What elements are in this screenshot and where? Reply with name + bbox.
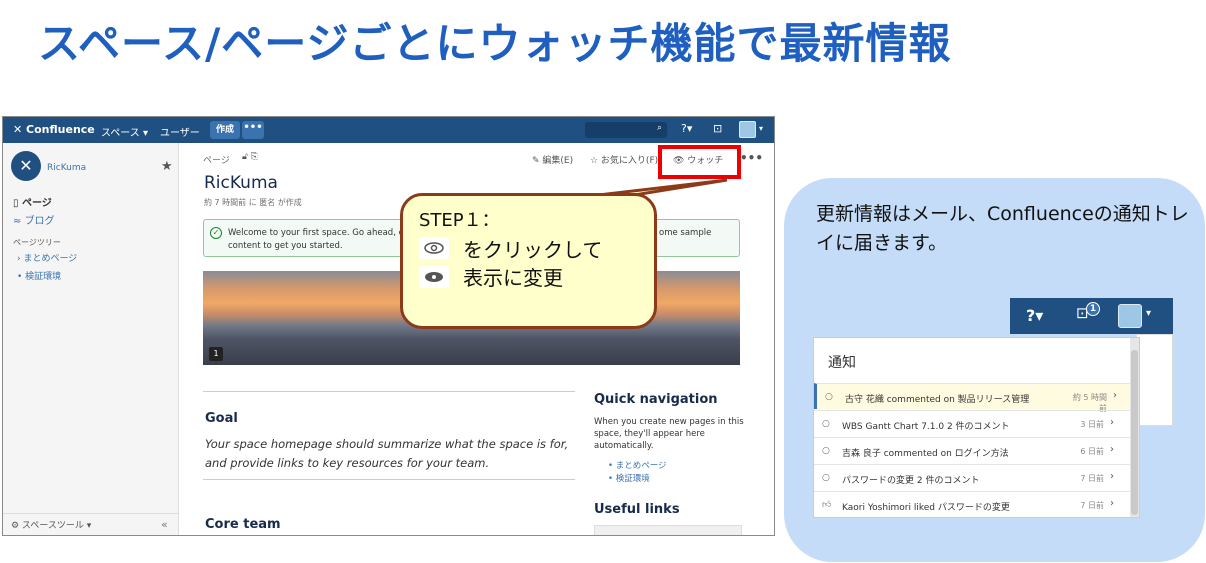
comment-icon: ○ bbox=[825, 392, 833, 402]
goal-heading: Goal bbox=[205, 411, 238, 426]
step-callout: STEP１： をクリックして 表示に変更 bbox=[400, 193, 657, 329]
favourite-button[interactable]: ☆ お気に入り(F) bbox=[590, 153, 658, 166]
notification-time: 7 日前 bbox=[1080, 474, 1104, 483]
core-team-heading: Core team bbox=[205, 517, 281, 532]
comment-icon: ○ bbox=[822, 446, 830, 456]
chevron-right-icon: › bbox=[1110, 471, 1114, 482]
sidebar-item-pages[interactable]: ▯ ページ bbox=[13, 194, 52, 209]
space-tools-menu[interactable]: ⚙ スペースツール ▾ bbox=[11, 518, 91, 531]
confluence-logo[interactable]: ✕ Confluence bbox=[13, 123, 95, 136]
comment-marker-icon[interactable]: 1 bbox=[209, 347, 223, 361]
notification-tray-title: 通知 bbox=[828, 355, 856, 371]
divider bbox=[203, 479, 575, 480]
notification-item[interactable]: ○ 古守 花織 commented on 製品リリース管理 約 5 時間前 › bbox=[814, 383, 1131, 413]
notification-time: 7 日前 bbox=[1080, 501, 1104, 510]
welcome-text-line2: content to get you started. bbox=[228, 241, 343, 251]
eye-outline-icon bbox=[419, 237, 449, 259]
scrollbar-thumb[interactable] bbox=[1131, 350, 1138, 515]
search-input[interactable]: ⌕ bbox=[585, 122, 667, 138]
useful-links-heading: Useful links bbox=[594, 502, 680, 517]
star-icon[interactable]: ★ bbox=[161, 159, 173, 174]
sidebar-item-label: ブログ bbox=[24, 216, 55, 227]
page-background-snippet bbox=[1136, 334, 1173, 426]
notification-item[interactable]: 👍︎ Kaori Yoshimori liked パスワードの変更 7 日前 › bbox=[814, 491, 1131, 517]
nav-users[interactable]: ユーザー bbox=[160, 124, 200, 139]
info-bubble-text: 更新情報はメール、Confluenceの通知トレイに届きます。 bbox=[816, 203, 1189, 254]
space-sidebar: ✕ RicKuma ★ ▯ ページ ≈ ブログ ページツリー › まとめページ … bbox=[3, 143, 179, 535]
create-button[interactable]: 作成 bbox=[210, 121, 240, 139]
help-icon[interactable]: ?▾ bbox=[1026, 306, 1043, 325]
notification-text: 古守 花織 commented on 製品リリース管理 bbox=[845, 395, 1030, 405]
space-logo[interactable]: ✕ bbox=[11, 151, 41, 181]
breadcrumb[interactable]: ページ bbox=[203, 153, 230, 166]
notification-text: 吉森 良子 commented on ログイン方法 bbox=[842, 449, 1009, 459]
notification-text: パスワードの変更 2 件のコメント bbox=[842, 476, 980, 486]
edit-button[interactable]: ✎ 編集(E) bbox=[532, 153, 573, 166]
collapse-sidebar-icon[interactable]: « bbox=[161, 518, 168, 531]
space-name[interactable]: RicKuma bbox=[47, 163, 86, 173]
eye-filled-icon bbox=[419, 266, 449, 288]
page-metadata: 約 7 時間前 に 匿名 が作成 bbox=[204, 198, 302, 207]
inbox-icon[interactable]: ⊡ bbox=[713, 122, 722, 135]
quick-nav-link[interactable]: • 検証環境 bbox=[608, 472, 650, 484]
search-icon: ⌕ bbox=[656, 123, 662, 133]
chevron-down-icon[interactable]: ▾ bbox=[1146, 308, 1151, 319]
page-tree-label: ページツリー bbox=[13, 238, 61, 247]
quick-navigation-heading: Quick navigation bbox=[594, 392, 718, 407]
watch-button[interactable]: 👁 ウォッチ bbox=[673, 153, 723, 166]
chevron-right-icon: › bbox=[1110, 498, 1114, 509]
lock-icon[interactable]: 🔓︎ ⎘ bbox=[242, 152, 258, 162]
top-navigation-bar: ✕ Confluence スペース ▾ ユーザー 作成 ••• ⌕ ?▾ ⊡ ▾ bbox=[3, 117, 774, 143]
quick-navigation-text: When you create new pages in this space,… bbox=[594, 417, 744, 451]
step-line-2: 表示に変更 bbox=[463, 266, 563, 290]
chevron-right-icon: › bbox=[1110, 417, 1114, 428]
check-icon: ✓ bbox=[210, 227, 222, 239]
welcome-text: Welcome to your first space. Go ahead, e… bbox=[228, 228, 412, 238]
nav-spaces[interactable]: スペース ▾ bbox=[101, 124, 148, 139]
step-line-1: をクリックして bbox=[463, 238, 603, 262]
notification-text: WBS Gantt Chart 7.1.0 2 件のコメント bbox=[842, 422, 1010, 432]
chevron-down-icon[interactable]: ▾ bbox=[759, 124, 763, 133]
notification-count-badge: 1 bbox=[1086, 302, 1100, 316]
scrollbar[interactable] bbox=[1130, 338, 1139, 517]
tree-item-test-env[interactable]: • 検証環境 bbox=[17, 269, 61, 282]
goal-text: Your space homepage should summarize wha… bbox=[205, 437, 569, 470]
notification-time: 3 日前 bbox=[1080, 420, 1104, 429]
user-avatar[interactable] bbox=[739, 121, 756, 138]
notification-item[interactable]: ○ WBS Gantt Chart 7.1.0 2 件のコメント 3 日前 › bbox=[814, 410, 1131, 436]
help-menu-icon[interactable]: ?▾ bbox=[681, 122, 692, 135]
notification-text: Kaori Yoshimori liked パスワードの変更 bbox=[842, 503, 1010, 513]
page-title: RicKuma bbox=[204, 173, 278, 193]
divider bbox=[203, 391, 575, 392]
quick-nav-link-label: 検証環境 bbox=[615, 474, 650, 484]
comment-icon: ○ bbox=[822, 419, 830, 429]
create-more-button[interactable]: ••• bbox=[242, 121, 264, 139]
chevron-right-icon: › bbox=[1110, 444, 1114, 455]
notification-header-bar: ?▾ ⊡ 1 ▾ bbox=[1010, 298, 1173, 334]
quick-nav-link-label: まとめページ bbox=[615, 461, 667, 471]
comment-icon: ○ bbox=[822, 473, 830, 483]
welcome-text-right: ome sample bbox=[659, 228, 712, 238]
sidebar-item-label: ページ bbox=[21, 198, 52, 209]
like-icon: 👍︎ bbox=[822, 500, 832, 510]
notification-item[interactable]: ○ 吉森 良子 commented on ログイン方法 6 日前 › bbox=[814, 437, 1131, 463]
user-avatar[interactable] bbox=[1118, 304, 1142, 328]
slide-title: スペース/ページごとにウォッチ機能で最新情報 bbox=[38, 19, 952, 68]
notification-item[interactable]: ○ パスワードの変更 2 件のコメント 7 日前 › bbox=[814, 464, 1131, 490]
more-actions-button[interactable]: ••• bbox=[740, 151, 763, 165]
quick-nav-link[interactable]: • まとめページ bbox=[608, 459, 667, 471]
useful-links-table bbox=[594, 525, 742, 535]
notification-tray: 通知 ○ 古守 花織 commented on 製品リリース管理 約 5 時間前… bbox=[813, 337, 1140, 518]
tree-item-summary[interactable]: › まとめページ bbox=[17, 251, 77, 264]
confluence-screenshot: ✕ Confluence スペース ▾ ユーザー 作成 ••• ⌕ ?▾ ⊡ ▾… bbox=[2, 116, 775, 536]
sidebar-item-blog[interactable]: ≈ ブログ bbox=[13, 212, 55, 227]
chevron-right-icon: › bbox=[1113, 390, 1117, 401]
notification-time: 6 日前 bbox=[1080, 447, 1104, 456]
step-title: STEP１： bbox=[419, 210, 500, 231]
